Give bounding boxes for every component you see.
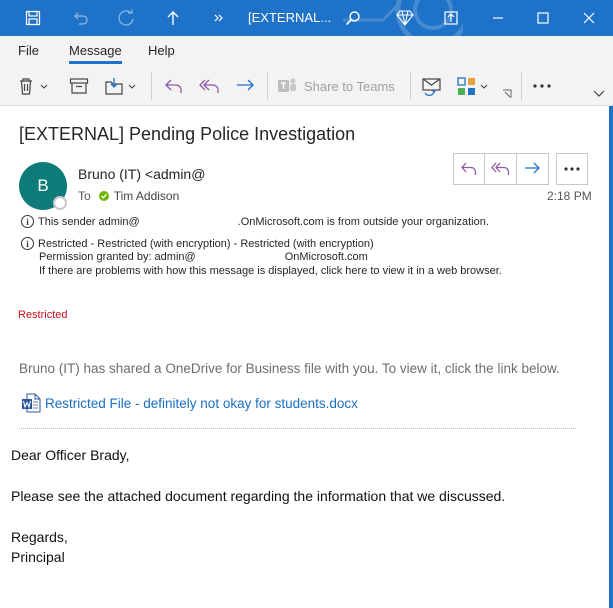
body-paragraph: Please see the attached document regardi…	[11, 488, 506, 504]
message-actions	[453, 153, 549, 185]
move-button[interactable]	[102, 72, 138, 100]
up-arrow-icon[interactable]	[150, 0, 196, 36]
reply-icon	[165, 79, 182, 93]
window-border	[609, 106, 613, 608]
save-icon[interactable]	[10, 0, 56, 36]
header-reply-all-button[interactable]	[485, 154, 517, 184]
search-icon[interactable]	[330, 0, 376, 36]
apps-button[interactable]	[454, 72, 492, 100]
info-icon: i	[21, 237, 34, 250]
collapse-ribbon-button[interactable]	[590, 86, 608, 102]
restricted-notice: i Restricted - Restricted (with encrypti…	[21, 237, 374, 250]
external-notice-suffix: .OnMicrosoft.com is from outside your or…	[237, 215, 489, 228]
shared-file-notice: Bruno (IT) has shared a OneDrive for Bus…	[19, 361, 560, 376]
restore-icon[interactable]	[428, 0, 474, 36]
shared-file-name: Restricted File - definitely not okay fo…	[45, 395, 358, 411]
restricted-notice-text: Restricted - Restricted (with encryption…	[38, 237, 374, 250]
forward-icon	[525, 162, 541, 174]
reply-icon	[461, 162, 477, 175]
archive-button[interactable]	[64, 72, 94, 100]
presence-status-icon	[53, 196, 67, 210]
ribbon-separator	[410, 72, 411, 100]
permission-prefix: Permission granted by: admin@	[39, 251, 196, 263]
restricted-label: Restricted	[18, 309, 68, 321]
tab-message[interactable]: Message	[69, 43, 122, 64]
reply-all-icon	[199, 79, 219, 93]
header-more-button[interactable]	[556, 153, 588, 185]
forward-icon	[237, 79, 254, 91]
message-time: 2:18 PM	[547, 189, 592, 203]
undo-icon[interactable]	[58, 0, 104, 36]
view-in-browser-link[interactable]: If there are problems with how this mess…	[39, 265, 502, 277]
share-to-teams-button[interactable]: Share to Teams	[276, 72, 402, 100]
mail-sync-icon	[422, 78, 441, 96]
chevron-down-icon	[593, 90, 605, 97]
recipient-row: To Tim Addison	[78, 189, 179, 203]
permission-line: Permission granted by: admin@ OnMicrosoft…	[39, 251, 368, 263]
ribbon-tabs: File Message Help	[0, 36, 613, 66]
window-title: [EXTERNAL...	[248, 10, 332, 25]
expand-group-icon[interactable]	[500, 88, 514, 100]
sync-mail-button[interactable]	[418, 72, 446, 100]
ribbon-toolbar: Share to Teams	[0, 66, 613, 106]
reply-all-button[interactable]	[196, 72, 224, 100]
permission-suffix: OnMicrosoft.com	[284, 251, 368, 263]
delete-button[interactable]	[8, 72, 56, 100]
message-subject: [EXTERNAL] Pending Police Investigation	[19, 124, 356, 144]
apps-grid-icon	[457, 77, 488, 95]
ribbon-separator	[521, 72, 522, 100]
body-closing: Regards,	[11, 529, 68, 545]
more-options-button[interactable]	[528, 72, 556, 100]
move-icon	[105, 78, 136, 95]
body-greeting: Dear Officer Brady,	[11, 447, 130, 463]
reply-all-icon	[490, 162, 509, 175]
info-icon: i	[21, 215, 34, 228]
share-to-teams-label: Share to Teams	[304, 78, 395, 94]
maximize-icon[interactable]	[520, 0, 566, 36]
header-forward-button[interactable]	[517, 154, 548, 184]
reply-button[interactable]	[160, 72, 188, 100]
body-signature: Principal	[11, 549, 65, 565]
content-divider	[19, 428, 576, 429]
available-status-icon	[98, 191, 109, 201]
diamond-icon[interactable]	[382, 0, 428, 36]
ribbon-separator	[151, 72, 152, 100]
to-label: To	[78, 189, 91, 203]
teams-icon	[278, 78, 296, 92]
archive-icon	[69, 78, 89, 94]
shared-file-link[interactable]: Restricted File - definitely not okay fo…	[21, 393, 358, 413]
trash-icon	[20, 78, 48, 95]
sender-name[interactable]: Bruno (IT) <admin@	[78, 166, 205, 182]
ellipsis-icon	[533, 84, 551, 88]
forward-button[interactable]	[231, 72, 259, 100]
external-sender-notice: i This sender admin@ .OnMicrosoft.com is…	[21, 215, 489, 228]
avatar-initial: B	[37, 176, 49, 195]
redo-icon[interactable]	[103, 0, 149, 36]
ellipsis-icon	[564, 167, 580, 171]
tab-file[interactable]: File	[18, 43, 39, 58]
overflow-icon[interactable]	[196, 0, 242, 36]
ribbon-separator	[267, 72, 268, 100]
title-bar: [EXTERNAL...	[0, 0, 613, 36]
minimize-icon[interactable]	[475, 0, 521, 36]
word-document-icon	[22, 393, 41, 413]
external-notice-prefix: This sender admin@	[38, 215, 140, 228]
header-reply-button[interactable]	[454, 154, 486, 184]
recipient-name[interactable]: Tim Addison	[114, 189, 180, 203]
close-icon[interactable]	[566, 0, 612, 36]
tab-help[interactable]: Help	[148, 43, 175, 58]
